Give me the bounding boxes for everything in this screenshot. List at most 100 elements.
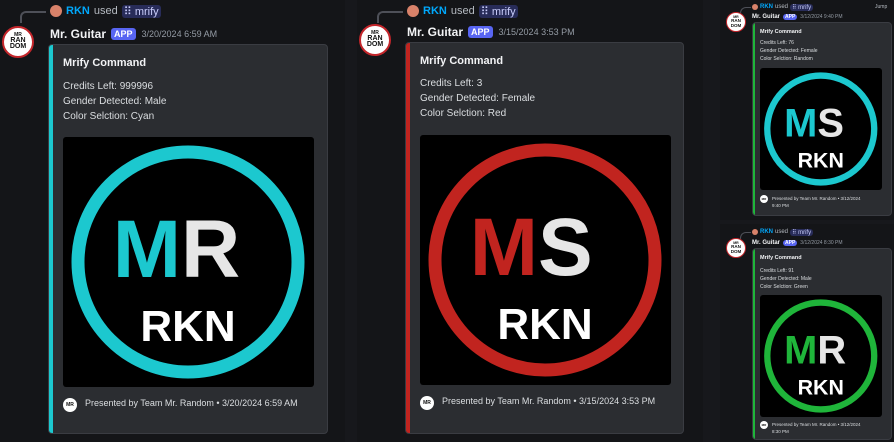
message-panel-3: RKN used ⠿ mrify Jump MR RAN DOM Mr. Guita…	[720, 0, 894, 220]
command-embed: Mrify Command Credits Left: 3 Gender Det…	[405, 42, 684, 434]
app-badge: APP	[783, 239, 798, 246]
footer-icon: MR	[760, 421, 768, 429]
reply-used-text: used	[93, 5, 118, 17]
command-mention[interactable]: ⠿ mrify	[121, 4, 161, 18]
author-name[interactable]: Mr. Guitar	[752, 14, 780, 20]
credits-field: Credits Left: 999996	[63, 81, 154, 92]
logo-rkn: RKN	[798, 148, 844, 172]
app-badge: APP	[468, 26, 493, 38]
message-header: Mr. Guitar APP 3/12/2024 9:40 PM	[752, 12, 843, 21]
generated-logo-image[interactable]: M S RKN	[760, 68, 882, 190]
message-header: Mr. Guitar APP 3/15/2024 3:53 PM	[407, 24, 575, 40]
message-header: Mr. Guitar APP 3/12/2024 8:30 PM	[752, 238, 843, 247]
reply-preview[interactable]: RKN used ⠿ mrify	[20, 4, 161, 23]
embed-accent-bar	[406, 43, 410, 433]
message-timestamp[interactable]: 3/15/2024 3:53 PM	[499, 27, 575, 37]
generated-logo-image[interactable]: M R RKN	[63, 137, 314, 387]
embed-footer: MR Presented by Team Mr. Random • 3/20/2…	[63, 397, 319, 412]
reply-preview[interactable]: RKN used ⠿ mrify	[377, 4, 518, 23]
footer-text: Presented by Team Mr. Random • 3/20/2024…	[85, 398, 298, 408]
embed-footer: MR Presented by Team Mr. Random • 3/15/2…	[420, 395, 676, 410]
message-panel-1: RKN used ⠿ mrify MR RAN DOM Mr. Guitar APP…	[0, 0, 345, 442]
gender-field: Gender Detected: Male	[63, 96, 167, 107]
logo-letter-left: M	[784, 328, 817, 372]
message-timestamp[interactable]: 3/20/2024 6:59 AM	[142, 29, 218, 39]
embed-title: Mrify Command	[760, 29, 802, 35]
reply-avatar	[752, 4, 758, 10]
embed-title: Mrify Command	[63, 57, 147, 69]
message-header: Mr. Guitar APP 3/20/2024 6:59 AM	[50, 26, 217, 42]
gender-field: Gender Detected: Female	[420, 93, 536, 104]
command-embed: Mrify Command Credits Left: 91 Gender De…	[752, 248, 892, 440]
footer-icon: MR	[760, 195, 768, 203]
message-timestamp[interactable]: 3/12/2024 8:30 PM	[800, 240, 842, 246]
embed-accent-bar	[753, 249, 755, 439]
logo-letter-right: S	[817, 101, 844, 145]
reply-preview[interactable]: RKN used ⠿ mrify	[740, 3, 814, 14]
command-mention[interactable]: ⠿ mrify	[790, 3, 814, 11]
footer-text-time: 9:40 PM	[772, 203, 789, 208]
reply-avatar	[752, 229, 758, 235]
reply-avatar	[407, 5, 419, 17]
footer-text: Presented by Team Mr. Random • 3/15/2024…	[442, 396, 656, 406]
generated-logo-image[interactable]: M R RKN	[760, 295, 882, 417]
color-field: Color Selction: Random	[760, 56, 813, 62]
embed-footer: MR Presented by Team Mr. Random • 3/12/2…	[760, 195, 890, 209]
credits-field: Credits Left: 91	[760, 268, 794, 274]
reply-username[interactable]: RKN	[66, 5, 90, 17]
message-panel-2: RKN used ⠿ mrify MR RAN DOM Mr. Guitar APP…	[357, 0, 703, 442]
command-mention[interactable]: ⠿ mrify	[478, 4, 518, 18]
app-badge: APP	[111, 28, 136, 40]
app-badge: APP	[783, 13, 798, 20]
slash-command-icon: ⠿	[123, 5, 135, 18]
logo-letter-right: R	[817, 328, 846, 372]
color-field: Color Selction: Cyan	[63, 111, 155, 122]
reply-used-text: used	[775, 229, 789, 235]
reply-used-text: used	[450, 5, 475, 17]
reply-username[interactable]: RKN	[423, 5, 447, 17]
embed-accent-bar	[49, 45, 53, 433]
color-field: Color Selction: Green	[760, 284, 808, 290]
reply-avatar	[50, 5, 62, 17]
logo-letter-left: M	[470, 202, 538, 293]
logo-letter-left: M	[113, 204, 181, 295]
embed-title: Mrify Command	[760, 255, 802, 261]
reply-username[interactable]: RKN	[760, 4, 773, 10]
jump-link[interactable]: Jump	[875, 4, 887, 10]
command-embed: Mrify Command Credits Left: 999996 Gende…	[48, 44, 328, 434]
generated-logo-image[interactable]: M S RKN	[420, 135, 671, 385]
credits-field: Credits Left: 76	[760, 40, 794, 46]
author-avatar[interactable]: MR RAN DOM	[726, 12, 746, 32]
message-timestamp[interactable]: 3/12/2024 9:40 PM	[800, 14, 842, 20]
slash-command-icon: ⠿	[480, 5, 492, 18]
footer-icon: MR	[63, 398, 77, 412]
footer-text: Presented by Team Mr. Random • 3/12/2024	[772, 196, 861, 201]
embed-accent-bar	[753, 23, 755, 215]
author-name[interactable]: Mr. Guitar	[407, 25, 463, 39]
author-name[interactable]: Mr. Guitar	[752, 240, 780, 246]
command-embed: Mrify Command Credits Left: 76 Gender De…	[752, 22, 892, 216]
command-mention[interactable]: ⠿ mrify	[790, 228, 814, 236]
author-avatar[interactable]: MR RAN DOM	[726, 238, 746, 258]
logo-letter-right: S	[538, 202, 593, 293]
reply-username[interactable]: RKN	[760, 229, 773, 235]
embed-title: Mrify Command	[420, 55, 504, 67]
reply-used-text: used	[775, 4, 789, 10]
gender-field: Gender Detected: Female	[760, 48, 818, 54]
author-avatar[interactable]: MR RAN DOM	[2, 26, 34, 58]
logo-rkn: RKN	[140, 302, 235, 351]
footer-icon: MR	[420, 396, 434, 410]
credits-field: Credits Left: 3	[420, 78, 483, 89]
gender-field: Gender Detected: Male	[760, 276, 812, 282]
author-name[interactable]: Mr. Guitar	[50, 27, 106, 41]
logo-letter-left: M	[784, 101, 817, 145]
message-panel-4: RKN used ⠿ mrify MR RAN DOM Mr. Guitar APP…	[720, 224, 894, 442]
embed-footer: MR Presented by Team Mr. Random • 3/12/2…	[760, 421, 890, 435]
reply-preview[interactable]: RKN used ⠿ mrify	[740, 228, 814, 239]
logo-rkn: RKN	[798, 375, 844, 399]
color-field: Color Selction: Red	[420, 108, 507, 119]
footer-text: Presented by Team Mr. Random • 3/12/2024	[772, 422, 861, 427]
author-avatar[interactable]: MR RAN DOM	[359, 24, 391, 56]
logo-letter-right: R	[181, 204, 240, 295]
footer-text-time: 8:30 PM	[772, 429, 789, 434]
